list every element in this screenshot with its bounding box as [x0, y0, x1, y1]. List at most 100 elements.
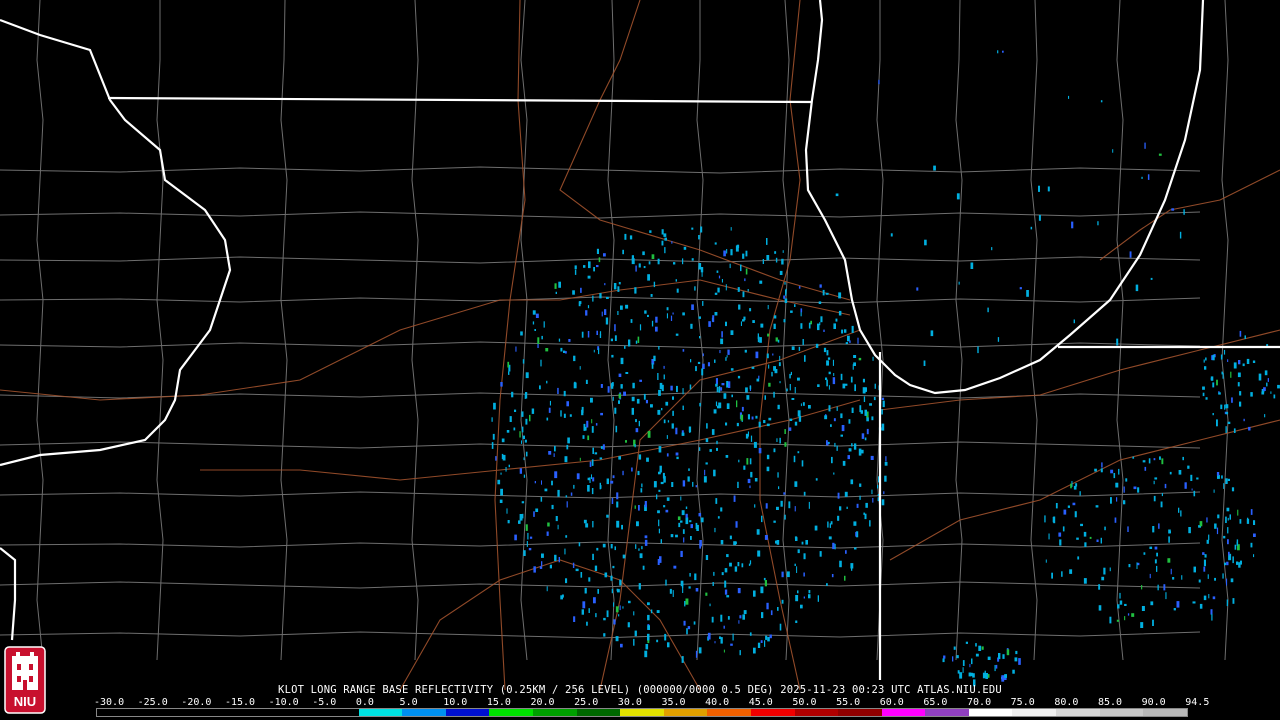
county-line: [607, 0, 615, 661]
echo-pixel: [859, 483, 862, 487]
echo-pixel: [666, 435, 668, 439]
echo-pixel: [797, 549, 800, 554]
echo-pixel: [784, 298, 788, 303]
echo-pixel: [726, 249, 728, 254]
echo-pixel: [1277, 384, 1280, 389]
echo-pixel: [565, 495, 568, 498]
echo-pixel: [618, 373, 622, 377]
echo-pixel: [1237, 372, 1241, 378]
echo-pixel: [842, 460, 846, 466]
echo-pixel: [1171, 208, 1175, 211]
echo-pixel: [832, 377, 836, 385]
echo-pixel: [1231, 487, 1235, 492]
echo-pixel: [877, 485, 879, 489]
echo-pixel: [689, 430, 691, 433]
echo-pixel: [506, 508, 508, 514]
echo-pixel: [777, 339, 780, 343]
echo-pixel: [1220, 404, 1223, 410]
echo-pixel: [680, 550, 683, 557]
scale-label: 20.0: [530, 697, 555, 708]
echo-pixel: [881, 409, 883, 415]
echo-pixel: [972, 673, 975, 678]
echo-pixel: [635, 419, 637, 423]
echo-pixel: [584, 587, 587, 594]
echo-pixel: [1205, 397, 1208, 400]
echo-pixel: [819, 551, 822, 557]
echo-pixel: [631, 255, 634, 261]
scale-label: -5.0: [312, 697, 337, 708]
echo-pixel: [636, 521, 639, 527]
echo-pixel: [687, 476, 690, 482]
echo-pixel: [726, 381, 729, 388]
echo-pixel: [837, 515, 840, 521]
echo-pixel: [1077, 556, 1080, 560]
echo-pixel: [663, 505, 666, 508]
echo-pixel: [560, 347, 563, 352]
echo-pixel: [959, 672, 963, 679]
echo-pixel: [784, 282, 786, 285]
echo-pixel: [728, 381, 731, 388]
echo-pixel: [830, 424, 832, 427]
echo-pixel: [1216, 419, 1218, 427]
echo-pixel: [721, 331, 723, 338]
echo-pixel: [1226, 578, 1228, 586]
echo-pixel: [1144, 142, 1146, 149]
echo-pixel: [1183, 209, 1185, 215]
echo-pixel: [850, 479, 854, 485]
echo-pixel: [636, 398, 640, 404]
echo-pixel: [1117, 604, 1120, 609]
echo-pixel: [1211, 613, 1213, 621]
echo-pixel: [1247, 517, 1249, 522]
echo-pixel: [1118, 468, 1120, 475]
echo-pixel: [1160, 501, 1163, 508]
echo-pixel: [532, 321, 535, 325]
echo-pixel: [1026, 290, 1029, 297]
echo-pixel: [664, 633, 667, 641]
scale-label: 40.0: [705, 697, 730, 708]
echo-pixel: [750, 471, 753, 478]
echo-pixel: [1072, 502, 1076, 506]
echo-pixel: [1167, 558, 1171, 563]
echo-pixel: [841, 425, 845, 432]
echo-pixel: [693, 621, 696, 625]
echo-pixel: [1165, 592, 1167, 600]
echo-pixel: [726, 355, 728, 358]
echo-pixel: [1204, 554, 1207, 558]
echo-pixel: [780, 500, 783, 507]
echo-pixel: [620, 643, 623, 648]
scale-swatch: [707, 709, 751, 716]
echo-pixel: [736, 422, 739, 427]
echo-pixel: [803, 596, 805, 599]
echo-pixel: [1198, 579, 1201, 583]
echo-pixel: [831, 574, 834, 578]
echo-pixel: [705, 438, 709, 443]
echo-pixel: [746, 395, 750, 400]
echo-pixel: [857, 337, 859, 344]
echo-pixel: [874, 383, 876, 389]
echo-pixel: [747, 414, 750, 420]
echo-pixel: [635, 428, 639, 433]
scale-swatch: [1012, 709, 1057, 716]
echo-pixel: [698, 316, 701, 319]
echo-pixel: [1237, 382, 1240, 387]
echo-pixel: [952, 656, 954, 662]
echo-pixel: [1225, 478, 1228, 484]
echo-pixel: [782, 250, 784, 253]
echo-pixel: [574, 265, 577, 270]
echo-pixel: [727, 349, 730, 355]
echo-pixel: [706, 423, 708, 429]
echo-pixel: [766, 454, 770, 460]
echo-pixel: [554, 554, 557, 561]
echo-pixel: [634, 630, 637, 637]
product-caption: KLOT LONG RANGE BASE REFLECTIVITY (0.25K…: [278, 684, 1002, 696]
echo-pixel: [593, 267, 595, 272]
scale-swatch: [271, 709, 315, 716]
echo-pixel: [1097, 221, 1099, 226]
echo-pixel: [1222, 373, 1224, 379]
echo-pixel: [1069, 569, 1073, 574]
echo-pixel: [611, 354, 614, 358]
echo-pixel: [1051, 572, 1053, 579]
echo-pixel: [715, 383, 718, 387]
echo-pixel: [987, 674, 990, 678]
echo-pixel: [1192, 601, 1196, 604]
